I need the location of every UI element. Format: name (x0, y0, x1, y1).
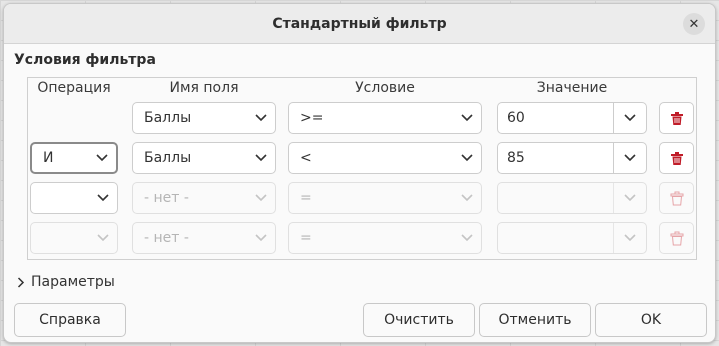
condition-select-row-2[interactable]: < (288, 142, 482, 174)
trash-icon (670, 191, 683, 205)
condition-value: >= (300, 110, 324, 126)
dialog-title: Стандартный фильтр (272, 15, 447, 32)
header-operation: Операция (37, 80, 111, 96)
operation-select-row-4[interactable] (30, 222, 118, 254)
dialog-titlebar: Стандартный фильтр ✕ (4, 4, 715, 44)
value-combo-row-1: 60 (497, 102, 647, 134)
condition-value: = (300, 230, 312, 246)
chevron-down-icon (247, 114, 275, 122)
standard-filter-dialog: Стандартный фильтр ✕ Условия фильтра Опе… (3, 3, 716, 343)
delete-condition-button-row-4[interactable] (659, 222, 694, 254)
chevron-down-icon (624, 154, 636, 162)
value-input-row-1[interactable]: 60 (498, 103, 613, 133)
value-dropdown-button-row-1[interactable] (613, 103, 646, 133)
condition-select-row-3[interactable]: = (288, 182, 482, 214)
delete-condition-button-row-1[interactable] (659, 102, 694, 134)
value-input-row-4[interactable] (498, 223, 613, 253)
chevron-down-icon (453, 114, 481, 122)
header-value: Значение (536, 80, 608, 96)
value-combo-row-4 (497, 222, 647, 254)
operation-select-row-2[interactable]: И (30, 142, 118, 174)
value-dropdown-button-row-2[interactable] (613, 143, 646, 173)
field-name-select-row-4[interactable]: - нет - (132, 222, 276, 254)
condition-value: < (300, 150, 312, 166)
trash-icon (670, 151, 683, 165)
trash-icon (670, 111, 683, 125)
ok-button[interactable]: OK (595, 303, 707, 337)
field-name-select-row-2[interactable]: Баллы (132, 142, 276, 174)
chevron-down-icon (89, 194, 117, 202)
condition-select-row-1[interactable]: >= (288, 102, 482, 134)
header-condition: Условие (355, 80, 415, 96)
cancel-button[interactable]: Отменить (479, 303, 591, 337)
operation-select-row-3[interactable] (30, 182, 118, 214)
field-name-value: - нет - (144, 190, 189, 206)
value-dropdown-button-row-3[interactable] (613, 183, 646, 213)
delete-condition-button-row-2[interactable] (659, 142, 694, 174)
trash-icon (670, 231, 683, 245)
chevron-down-icon (453, 154, 481, 162)
chevron-down-icon (89, 234, 117, 242)
field-name-select-row-3[interactable]: - нет - (132, 182, 276, 214)
chevron-down-icon (247, 194, 275, 202)
close-button[interactable]: ✕ (683, 13, 705, 35)
delete-condition-button-row-3[interactable] (659, 182, 694, 214)
condition-select-row-4[interactable]: = (288, 222, 482, 254)
value-dropdown-button-row-4[interactable] (613, 223, 646, 253)
value-input-row-3[interactable] (498, 183, 613, 213)
chevron-down-icon (247, 154, 275, 162)
header-field-name: Имя поля (169, 80, 239, 96)
chevron-down-icon (453, 194, 481, 202)
parameters-expander[interactable]: Параметры (17, 274, 115, 290)
value-input-row-2[interactable]: 85 (498, 143, 613, 173)
chevron-down-icon (624, 194, 636, 202)
value-combo-row-3 (497, 182, 647, 214)
field-name-value: Баллы (144, 110, 192, 126)
parameters-label: Параметры (31, 274, 115, 290)
clear-button[interactable]: Очистить (363, 303, 475, 337)
close-icon: ✕ (688, 16, 700, 32)
chevron-right-icon (17, 276, 25, 288)
chevron-down-icon (247, 234, 275, 242)
operation-value: И (43, 150, 54, 166)
chevron-down-icon (453, 234, 481, 242)
chevron-down-icon (624, 234, 636, 242)
section-title-filter-conditions: Условия фильтра (14, 52, 156, 68)
field-name-select-row-1[interactable]: Баллы (132, 102, 276, 134)
chevron-down-icon (88, 154, 116, 162)
field-name-value: Баллы (144, 150, 192, 166)
chevron-down-icon (624, 114, 636, 122)
help-button[interactable]: Справка (14, 303, 126, 337)
value-combo-row-2: 85 (497, 142, 647, 174)
condition-value: = (300, 190, 312, 206)
field-name-value: - нет - (144, 230, 189, 246)
